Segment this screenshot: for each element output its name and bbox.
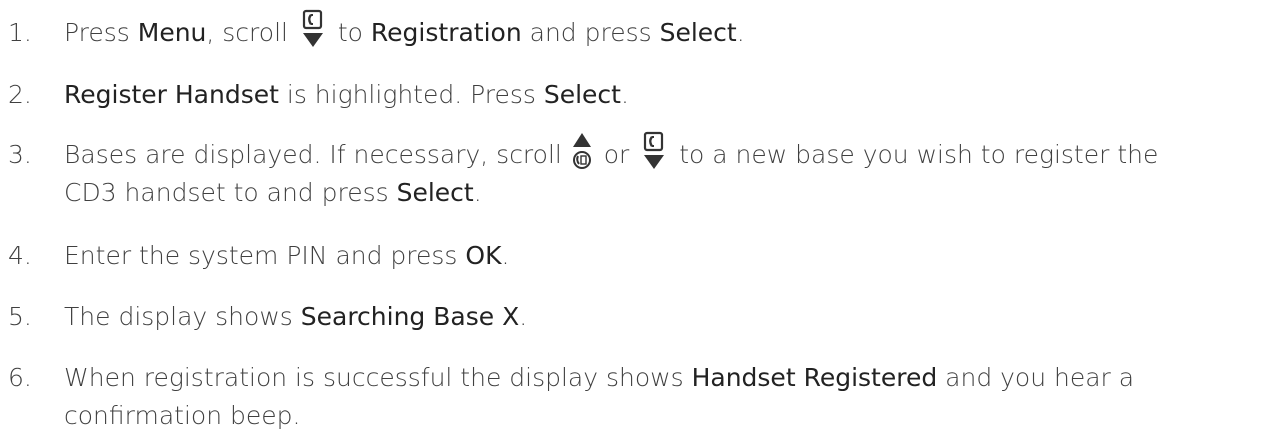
text-run: Press <box>64 18 138 47</box>
step-number: 6. <box>8 363 32 392</box>
text-run: . <box>736 18 745 47</box>
ok-key-label: OK <box>465 241 502 270</box>
text-run: . <box>620 80 629 109</box>
select-key-label: Select <box>396 178 474 207</box>
select-key-label: Select <box>543 80 621 109</box>
phone-down-icon <box>300 9 326 49</box>
text-run: CD3 handset to and press <box>64 178 397 207</box>
text-run: Bases are displayed. If necessary, scrol… <box>64 140 570 169</box>
step-text-continued: CD3 handset to and press Select. <box>64 174 482 212</box>
text-run: and press <box>521 18 660 47</box>
text-run: is highlighted. Press <box>278 80 544 109</box>
step-text: Press Menu, scroll to Registration and p… <box>64 9 745 52</box>
registration-label: Registration <box>370 18 522 47</box>
text-run: or <box>595 140 638 169</box>
menu-key-label: Menu <box>137 18 207 47</box>
step-text: Register Handset is highlighted. Press S… <box>64 76 629 114</box>
text-run: and you hear a <box>937 363 1135 392</box>
register-handset-label: Register Handset <box>64 80 279 109</box>
step-text: When registration is successful the disp… <box>64 359 1134 397</box>
text-run: Enter the system PIN and press <box>64 241 466 270</box>
step-number: 2. <box>8 80 32 109</box>
searching-base-label: Searching Base X <box>300 302 520 331</box>
step-number: 1. <box>8 18 32 47</box>
step-number: 4. <box>8 241 32 270</box>
up-redial-icon <box>570 131 594 171</box>
text-run: . <box>519 302 528 331</box>
step-text: Bases are displayed. If necessary, scrol… <box>64 131 1159 174</box>
step-text-continued: confirmation beep. <box>64 397 300 435</box>
text-run: to a new base you wish to register the <box>671 140 1159 169</box>
step-text: Enter the system PIN and press OK. <box>64 237 509 275</box>
select-key-label: Select <box>659 18 737 47</box>
text-run: . <box>473 178 482 207</box>
text-run: When registration is successful the disp… <box>64 363 692 392</box>
text-run: . <box>501 241 510 270</box>
text-run: , scroll <box>206 18 296 47</box>
step-number: 5. <box>8 302 32 331</box>
handset-registered-label: Handset Registered <box>691 363 938 392</box>
step-number: 3. <box>8 140 32 169</box>
phone-down-icon <box>641 131 667 171</box>
text-run: The display shows <box>64 302 301 331</box>
step-text: The display shows Searching Base X. <box>64 298 527 336</box>
text-run: confirmation beep. <box>64 401 301 430</box>
text-run: to <box>329 18 371 47</box>
